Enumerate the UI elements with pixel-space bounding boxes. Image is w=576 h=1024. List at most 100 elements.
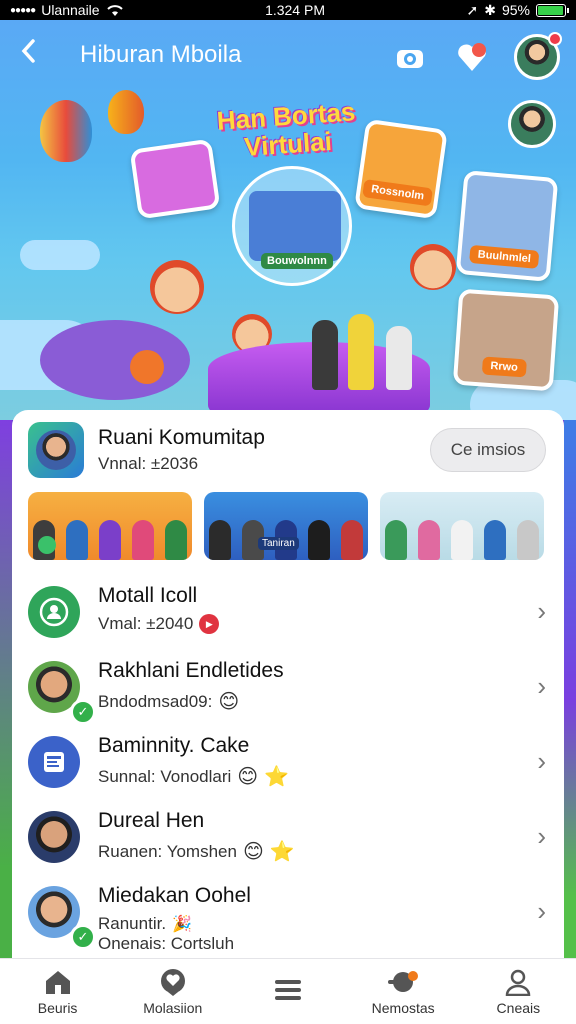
chevron-right-icon: ›: [537, 821, 546, 851]
list-item-title: Miedakan Oohel: [98, 884, 251, 907]
favorites-button[interactable]: [452, 37, 492, 77]
bottom-navigation: Beuris Molasiion Nemostas Cneais: [0, 958, 576, 1024]
list-item-title: Baminnity. Cake: [98, 734, 250, 757]
chat-icon: [160, 968, 185, 996]
thumbnail-strip: Taniran: [12, 488, 564, 570]
notification-badge: [548, 32, 562, 46]
hero-card-video[interactable]: [129, 138, 221, 220]
verified-icon: ✓: [70, 699, 96, 725]
chat-list: Motall Icoll Vmal: ±2040 ▶ › ✓ Rakhlani E…: [12, 574, 564, 954]
hero-card-bottom-right[interactable]: Rrwo: [452, 288, 560, 392]
list-item-subtitle: Vmal: ±2040: [98, 614, 194, 633]
smile-emoji-icon: 😊: [237, 766, 259, 788]
background-strip-left: [0, 420, 12, 980]
people-illustration: [348, 314, 374, 390]
list-item[interactable]: Baminnity. Cake Sunnal: Vonodlari 😊 ⭐ ›: [12, 724, 564, 799]
camera-button[interactable]: [390, 37, 430, 77]
carrier-name: Ulannaile: [41, 2, 100, 18]
list-item-subtitle: Ranuntir.: [98, 914, 167, 933]
community-name: Ruani Komumitap: [98, 426, 265, 449]
hero-card-left-top[interactable]: Rossnolm: [354, 118, 448, 220]
content-panel: Ruani Komumitap Vnnal: ±2036 Ce imsios T…: [12, 410, 564, 965]
battery-percent: 95%: [501, 2, 530, 18]
list-item-subtitle: Sunnal: Vonodlari: [98, 766, 232, 786]
hero-video-label: Bouwolnnn: [261, 253, 333, 269]
home-icon: [45, 970, 70, 994]
profile-avatar-button[interactable]: [514, 32, 562, 80]
chevron-right-icon: ›: [537, 596, 546, 626]
location-icon: ➚: [466, 1, 479, 18]
games-icon: [388, 970, 419, 992]
list-item-title: Dureal Hen: [98, 809, 205, 832]
hero-card-right[interactable]: Buulnmlel: [455, 170, 559, 282]
chevron-right-icon: ›: [537, 671, 546, 701]
nav-profile[interactable]: Cneais: [463, 968, 573, 1016]
nav-menu[interactable]: [233, 976, 343, 1008]
nav-games[interactable]: Nemostas: [348, 968, 458, 1016]
list-item[interactable]: Motall Icoll Vmal: ±2040 ▶ ›: [12, 574, 564, 649]
community-action-button[interactable]: Ce imsios: [430, 428, 546, 472]
bluetooth-icon: ✱: [484, 1, 496, 18]
list-item[interactable]: ✓ Rakhlani Endletides Bndodmsad09: 😊 ›: [12, 649, 564, 725]
mushroom-decoration: [40, 320, 190, 400]
record-icon: ▶: [199, 614, 220, 634]
chevron-right-icon: ›: [537, 746, 546, 776]
heart-icon: [458, 43, 486, 71]
cartoon-kid-decoration: [410, 244, 456, 290]
thumbnail-label: Taniran: [258, 537, 299, 550]
smile-emoji-icon: 😊: [242, 841, 264, 863]
thumbnail-video[interactable]: [380, 492, 544, 560]
signal-dots-icon: ●●●●●: [10, 4, 36, 16]
page-title: Hiburan Mboila: [80, 41, 242, 68]
wifi-icon: [106, 4, 123, 16]
list-item[interactable]: Dureal Hen Ruanen: Yomshen 😊 ⭐ ›: [12, 799, 564, 874]
avatar: [28, 811, 80, 863]
chevron-right-icon: ›: [537, 896, 546, 926]
party-emoji-icon: 🎉: [172, 916, 192, 933]
community-avatar[interactable]: [28, 422, 84, 478]
user-icon: [506, 969, 531, 996]
star-icon: ⭐: [264, 766, 290, 788]
hero-title: Han Bortas Virtulai: [215, 96, 357, 162]
hero-card-label: Rrwo: [481, 356, 527, 378]
community-header: Ruani Komumitap Vnnal: ±2036 Ce imsios: [12, 410, 564, 488]
thumbnail-video[interactable]: Taniran: [204, 492, 368, 560]
community-subtitle: Vnnal: ±2036: [98, 454, 199, 473]
list-item[interactable]: ✓ Miedakan Oohel Ranuntir. 🎉 Onenais: Cor…: [12, 874, 564, 954]
list-item-subtitle: Ruanen: Yomshen: [98, 841, 237, 861]
arrow-bubble-decoration: [130, 350, 164, 384]
nav-messages[interactable]: Molasiion: [118, 968, 228, 1016]
people-illustration: [386, 326, 412, 390]
cloud-decoration: [20, 240, 100, 270]
background-strip-right: [564, 420, 576, 980]
status-time: 1.324 PM: [265, 2, 325, 18]
balloon-decoration: [108, 90, 144, 134]
nav-label: Cneais: [496, 999, 541, 1016]
hero-video-bubble[interactable]: Bouwolnnn: [232, 166, 352, 286]
document-icon: [28, 736, 80, 788]
nav-label: Nemostas: [371, 999, 435, 1016]
back-button[interactable]: [20, 38, 60, 72]
menu-icon: [274, 979, 301, 1000]
status-bar: ●●●●● Ulannaile 1.324 PM ➚ ✱ 95%: [0, 0, 576, 20]
group-icon: [28, 586, 80, 638]
list-item-title: Motall Icoll: [98, 584, 198, 607]
battery-icon: [535, 3, 569, 17]
balloon-decoration: [40, 100, 92, 162]
hero-banner: Hiburan Mboila Han Bortas Virtulai Rossn…: [0, 20, 576, 420]
verified-icon: ✓: [70, 924, 96, 950]
cartoon-kid-decoration: [150, 260, 204, 314]
smile-emoji-icon: 😊: [218, 691, 240, 713]
online-friend-avatar[interactable]: [508, 100, 556, 148]
nav-home[interactable]: Beuris: [3, 968, 113, 1016]
list-item-subtitle-secondary: Onenais: Cortsluh: [98, 934, 235, 953]
nav-label: Molasiion: [143, 999, 203, 1016]
star-icon: ⭐: [269, 841, 295, 863]
people-illustration: [312, 320, 338, 390]
hero-card-label: Buulnmlel: [469, 244, 540, 269]
hero-card-label: Rossnolm: [362, 179, 434, 207]
nav-label: Beuris: [37, 999, 78, 1016]
thumbnail-video[interactable]: [28, 492, 192, 560]
list-item-title: Rakhlani Endletides: [98, 659, 284, 682]
chevron-left-icon: [21, 39, 35, 63]
